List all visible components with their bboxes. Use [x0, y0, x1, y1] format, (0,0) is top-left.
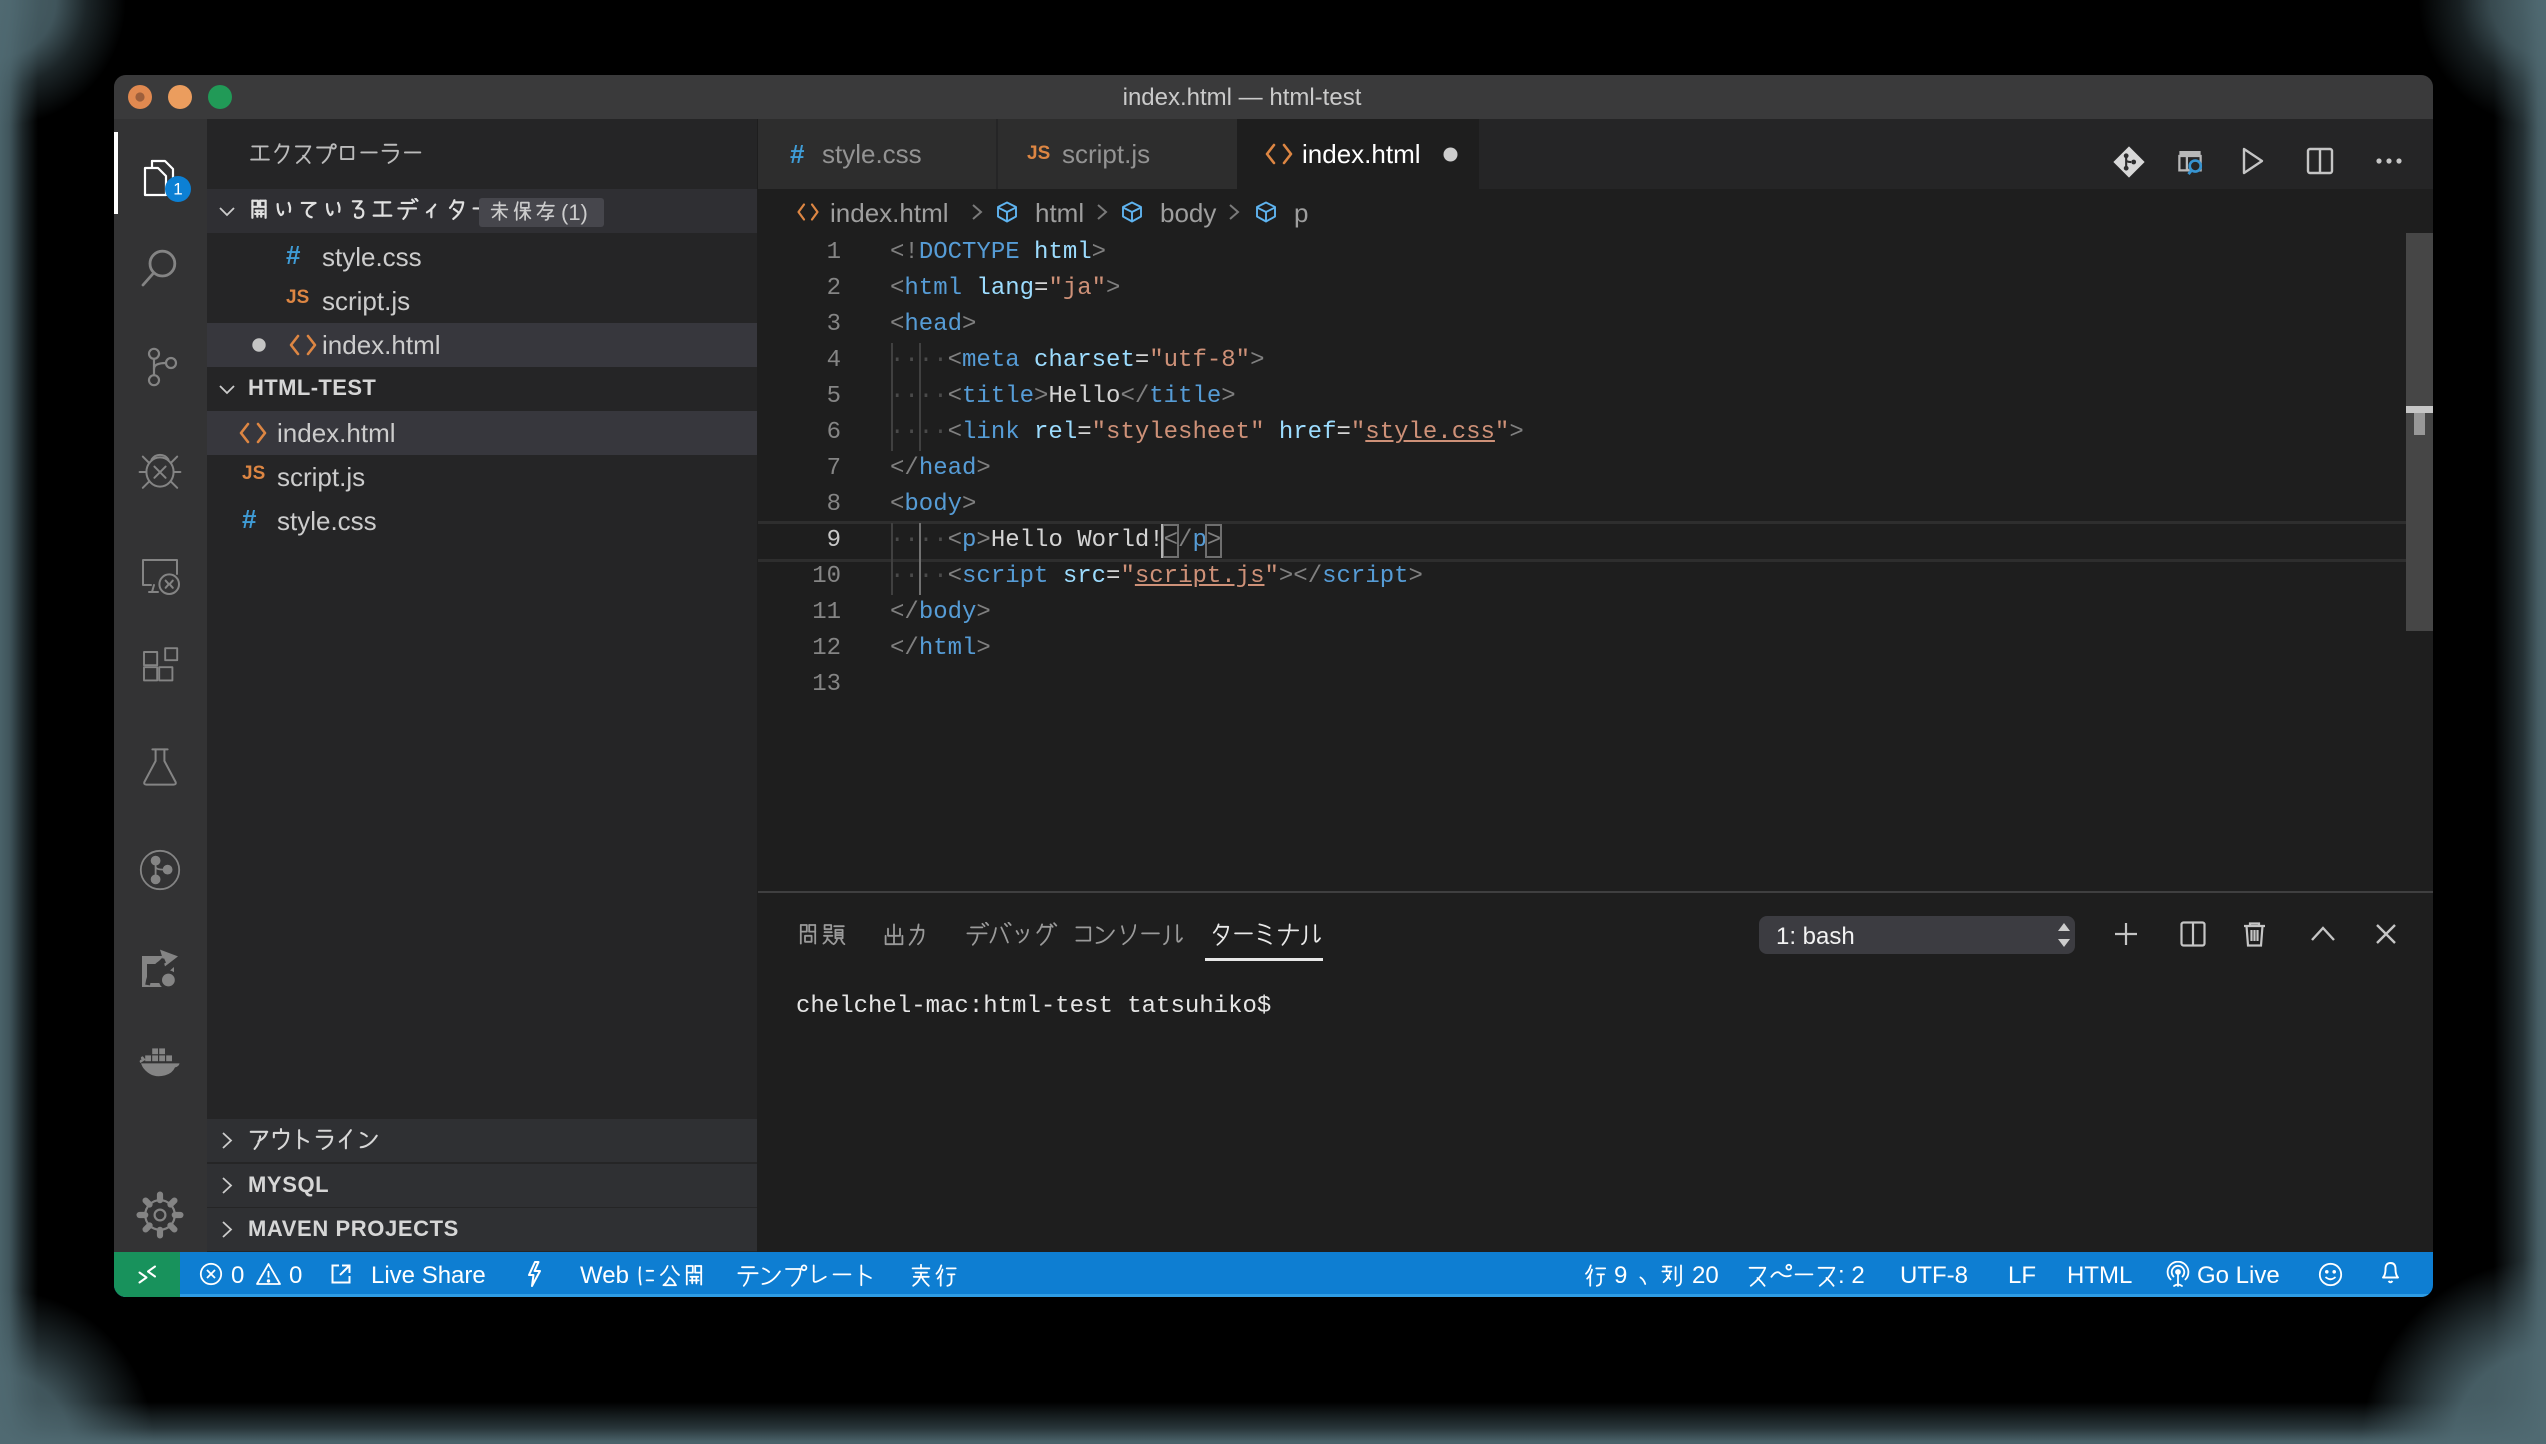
svg-text:1: 1	[173, 180, 182, 199]
